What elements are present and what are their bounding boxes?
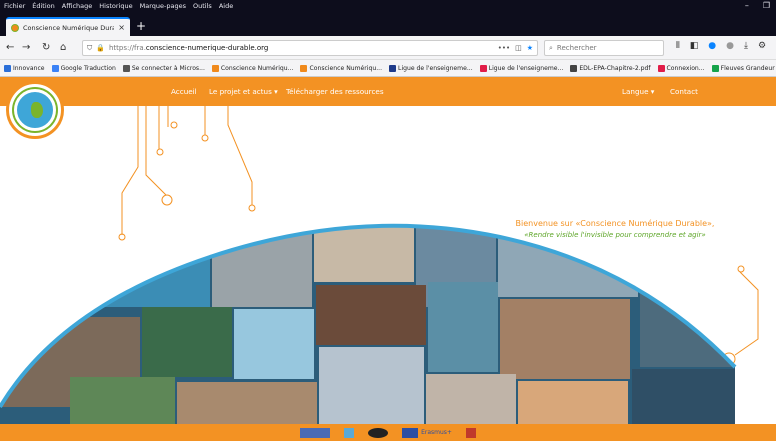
address-bar[interactable]: ⛉ 🔒 https://fra.conscience-numerique-dur… <box>82 40 538 56</box>
bookmark-favicon-icon <box>4 64 11 72</box>
home-icon[interactable]: ⌂ <box>60 42 66 53</box>
navigation-toolbar: ← → ↻ ⌂ ⛉ 🔒 https://fra.conscience-numer… <box>0 36 776 60</box>
shield-icon[interactable]: ⛉ <box>87 44 92 53</box>
site-logo[interactable] <box>6 81 64 139</box>
toolbar-icons: ⫴ ◧ ● ● ⤓ ⚙ <box>676 41 766 51</box>
menu-fichier[interactable]: Fichier <box>4 2 25 10</box>
bookmark-favicon-icon <box>657 64 665 72</box>
bookmark-favicon-icon <box>51 64 59 72</box>
page-actions-icon[interactable]: ••• <box>498 44 510 52</box>
window-controls: – ❐ <box>745 1 770 10</box>
title-bar: Fichier Édition Affichage Historique Mar… <box>0 0 776 14</box>
bookmark-label: Ligue de l'enseigneme... <box>398 64 473 72</box>
bookmark-label: Ligue de l'enseigneme... <box>488 64 564 72</box>
bookmark-label: Google Traduction <box>60 64 116 72</box>
menu-edition[interactable]: Édition <box>32 2 55 10</box>
tab-title: Conscience Numérique Durable <box>23 23 115 32</box>
welcome-title: Bienvenue sur «Conscience Numérique Dura… <box>515 219 715 228</box>
bookmark-item[interactable]: Connexion... <box>657 64 705 72</box>
bookmark-star-icon[interactable]: ★ <box>527 44 533 52</box>
ligue-logo[interactable] <box>300 427 331 438</box>
search-icon: ⌕ <box>549 43 553 52</box>
bookmark-item[interactable]: Innovance <box>4 64 45 72</box>
tab-active[interactable]: Conscience Numérique Durable × <box>6 17 130 36</box>
minimize-icon[interactable]: – <box>745 1 749 10</box>
library-icon[interactable]: ⫴ <box>676 41 680 51</box>
partner-footer: Erasmus+ <box>0 424 776 441</box>
bookmark-item[interactable]: Conscience Numériqu... <box>300 64 383 72</box>
bookmark-label: Fleuves Grandeur Natu... <box>720 64 776 72</box>
lock-icon: 🔒 <box>96 44 105 52</box>
bookmark-favicon-icon <box>122 64 130 72</box>
globe-icon <box>14 89 56 131</box>
bookmark-favicon-icon <box>570 64 578 72</box>
close-tab-icon[interactable]: × <box>118 23 125 32</box>
bookmark-favicon-icon <box>479 64 487 72</box>
web-page: Accueil Le projet et actus ▾ Télécharger… <box>0 77 776 441</box>
bookmarks-toolbar: Innovance Google Traduction Se connecter à… <box>0 60 776 77</box>
bookmark-item[interactable]: Conscience Numériqu... <box>211 64 294 72</box>
bookmark-item[interactable]: EDL-EPA-Chapitre-2.pdf <box>570 64 651 72</box>
reload-icon[interactable]: ↻ <box>42 42 50 53</box>
photo-collage <box>0 223 737 441</box>
partner-logo-5[interactable] <box>465 427 476 438</box>
bookmark-favicon-icon <box>711 64 719 72</box>
bookmark-favicon-icon <box>389 64 397 72</box>
bookmark-favicon-icon <box>211 64 219 72</box>
bookmark-item[interactable]: Ligue de l'enseigneme... <box>389 64 473 72</box>
menu-aide[interactable]: Aide <box>219 2 233 10</box>
menu-bar: Fichier Édition Affichage Historique Mar… <box>4 2 233 10</box>
search-input[interactable]: ⌕ Rechercher <box>544 40 664 56</box>
bookmark-label: Innovance <box>13 64 45 72</box>
bookmark-label: EDL-EPA-Chapitre-2.pdf <box>579 64 651 72</box>
partner-logo-2[interactable] <box>344 427 355 438</box>
bookmark-item[interactable]: Fleuves Grandeur Natu... <box>711 64 776 72</box>
sidebar-icon[interactable]: ◧ <box>690 41 699 51</box>
tab-bar: Conscience Numérique Durable × + <box>0 14 776 36</box>
back-icon[interactable]: ← <box>6 42 14 53</box>
new-tab-button[interactable]: + <box>136 19 146 33</box>
url-text: https://fra.conscience-numerique-durable… <box>108 44 269 52</box>
bookmark-favicon-icon <box>300 64 308 72</box>
erasmus-logo[interactable]: Erasmus+ <box>402 427 452 438</box>
pocket-icon[interactable]: ◫ <box>515 44 522 52</box>
menu-icon[interactable]: ⚙ <box>758 41 766 51</box>
search-placeholder: Rechercher <box>556 44 597 52</box>
bookmark-item[interactable]: Se connecter à Micros... <box>122 64 205 72</box>
site-favicon-icon <box>11 23 19 32</box>
bookmark-label: Conscience Numériqu... <box>309 64 383 72</box>
extension-icon[interactable]: ● <box>726 41 734 51</box>
menu-marque-pages[interactable]: Marque-pages <box>140 2 186 10</box>
partner-logo-3[interactable] <box>368 427 389 438</box>
forward-icon[interactable]: → <box>22 42 30 53</box>
bookmark-item[interactable]: Google Traduction <box>51 64 116 72</box>
welcome-subtitle: «Rendre visible l'invisible pour compren… <box>524 231 706 239</box>
bookmark-item[interactable]: Ligue de l'enseigneme... <box>479 64 564 72</box>
menu-historique[interactable]: Historique <box>99 2 132 10</box>
menu-outils[interactable]: Outils <box>193 2 212 10</box>
bookmark-label: Conscience Numériqu... <box>220 64 294 72</box>
bookmark-label: Se connecter à Micros... <box>131 64 205 72</box>
download-icon[interactable]: ⤓ <box>744 41 748 51</box>
menu-affichage[interactable]: Affichage <box>62 2 93 10</box>
sync-icon[interactable]: ● <box>708 41 716 51</box>
welcome-text: Bienvenue sur «Conscience Numérique Dura… <box>500 219 730 239</box>
bookmark-label: Connexion... <box>666 64 705 72</box>
restore-icon[interactable]: ❐ <box>763 1 770 10</box>
